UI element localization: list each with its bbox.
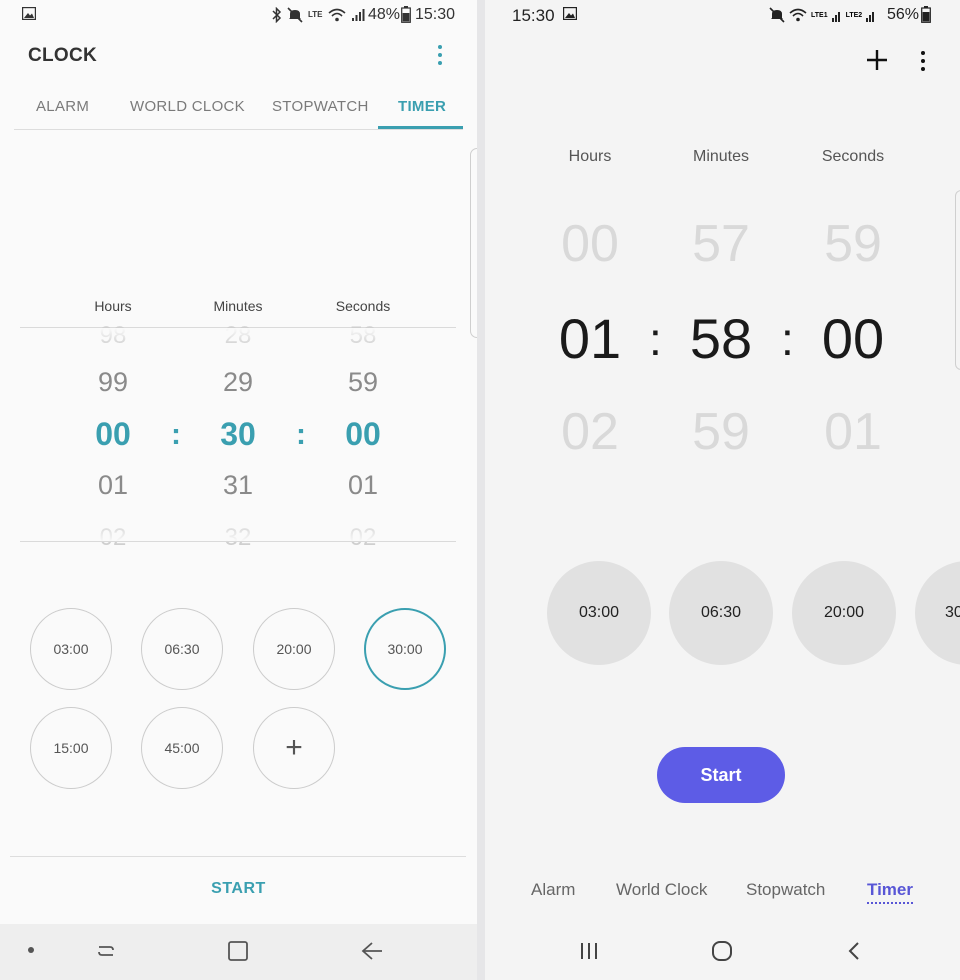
mute-icon: [287, 7, 303, 23]
mute-icon: [769, 7, 785, 23]
battery-percent: 56%: [887, 6, 920, 23]
battery-icon: [921, 6, 931, 23]
tab-timer[interactable]: TIMER: [398, 98, 446, 115]
preset-button[interactable]: 20:00: [253, 608, 335, 690]
picker-fade-top: [20, 328, 456, 346]
preset-button[interactable]: 03:00: [30, 608, 112, 690]
seconds-value: 59: [347, 367, 379, 397]
seconds-selected: 00: [345, 416, 381, 452]
preset-button[interactable]: 15:00: [30, 707, 112, 789]
status-bar: LTE 48% 15:30: [0, 0, 477, 30]
hours-value: 99: [97, 367, 129, 397]
seconds-selected: 00: [821, 307, 885, 370]
wifi-icon: [327, 8, 346, 22]
hours-selected: 00: [95, 416, 131, 452]
signal-icon: [866, 11, 875, 22]
status-time: 15:30: [415, 6, 456, 23]
back-icon[interactable]: [847, 940, 861, 962]
tab-stopwatch[interactable]: Stopwatch: [746, 880, 825, 900]
plus-icon: +: [285, 731, 303, 764]
minutes-value: 59: [692, 403, 750, 461]
seconds-value: 59: [824, 215, 882, 273]
preset-button[interactable]: 30: [915, 561, 960, 665]
hours-label: Hours: [94, 298, 132, 314]
start-button[interactable]: Start: [657, 747, 785, 803]
seconds-value: 01: [347, 470, 379, 500]
seconds-value: 01: [824, 403, 882, 461]
hours-value: 02: [561, 403, 619, 461]
add-preset-button[interactable]: +: [253, 707, 335, 789]
navigation-bar: [0, 924, 477, 980]
tab-stopwatch[interactable]: STOPWATCH: [272, 98, 369, 115]
navigation-bar: [485, 924, 960, 980]
time-separator: :: [781, 313, 794, 365]
seconds-label: Seconds: [821, 148, 885, 165]
hours-value: 00: [561, 215, 619, 273]
minutes-selected: 58: [689, 307, 753, 370]
tab-world-clock[interactable]: World Clock: [616, 880, 707, 900]
preset-button[interactable]: 06:30: [141, 608, 223, 690]
lte2-indicator: LTE2: [845, 11, 863, 19]
nav-dot-icon[interactable]: [27, 946, 35, 954]
preset-button-selected[interactable]: 30:00: [364, 608, 446, 690]
tab-bar: ALARM WORLD CLOCK STOPWATCH TIMER: [14, 86, 463, 130]
home-icon[interactable]: [711, 940, 733, 962]
lte-indicator: LTE: [308, 10, 323, 19]
recent-apps-icon[interactable]: [580, 941, 598, 961]
status-time: 15:30: [512, 6, 555, 25]
preset-button[interactable]: 06:30: [669, 561, 773, 665]
image-notification-icon: [22, 7, 36, 20]
edge-panel-handle[interactable]: [470, 148, 477, 338]
tab-active-indicator: [378, 126, 463, 129]
battery-icon: [401, 6, 411, 23]
seconds-label: Seconds: [335, 298, 391, 314]
hours-label: Hours: [568, 148, 612, 165]
picker-fade-bottom: [20, 522, 456, 542]
status-icons: LTE: [272, 7, 365, 23]
tab-world-clock[interactable]: WORLD CLOCK: [130, 98, 245, 115]
preset-button[interactable]: 45:00: [141, 707, 223, 789]
time-separator: :: [296, 418, 306, 451]
minutes-value: 57: [692, 215, 750, 273]
more-options-icon[interactable]: [913, 48, 933, 74]
signal-icon: [351, 9, 365, 21]
minutes-value: 29: [222, 367, 254, 397]
minutes-value: 31: [222, 470, 254, 500]
signal-icon: [831, 11, 840, 22]
tab-active-indicator: [867, 902, 913, 904]
image-notification-icon: [563, 7, 577, 20]
tab-timer[interactable]: Timer: [867, 880, 913, 900]
more-options-icon[interactable]: [430, 42, 450, 70]
app-title: CLOCK: [28, 45, 98, 66]
start-button[interactable]: START: [0, 880, 477, 898]
tab-alarm[interactable]: ALARM: [36, 98, 89, 115]
hours-selected: 01: [558, 307, 622, 370]
recent-apps-icon[interactable]: [95, 940, 117, 962]
edge-panel-handle[interactable]: [955, 190, 960, 370]
time-separator: :: [649, 313, 662, 365]
add-icon[interactable]: [865, 48, 889, 72]
start-divider: [10, 856, 466, 857]
battery-percent: 48%: [368, 6, 401, 23]
status-icons: LTE1 LTE2: [769, 7, 876, 23]
minutes-label: Minutes: [213, 298, 263, 314]
bluetooth-icon: [272, 7, 282, 23]
home-icon[interactable]: [227, 940, 249, 962]
wifi-icon: [789, 8, 807, 22]
time-separator: :: [171, 418, 181, 451]
left-screen: LTE 48% 15:30 CLOCK ALARM WORLD CLOCK ST…: [0, 0, 477, 980]
tab-alarm[interactable]: Alarm: [531, 880, 575, 900]
preset-button[interactable]: 03:00: [547, 561, 651, 665]
hours-value: 01: [97, 470, 129, 500]
minutes-selected: 30: [220, 416, 256, 452]
back-icon[interactable]: [360, 940, 384, 962]
minutes-label: Minutes: [692, 148, 750, 165]
right-screen: 15:30 LTE1 LTE2 56% Hours Minutes Second…: [485, 0, 960, 980]
picker-bottom-border: [20, 541, 456, 542]
lte1-indicator: LTE1: [811, 11, 828, 19]
preset-button[interactable]: 20:00: [792, 561, 896, 665]
